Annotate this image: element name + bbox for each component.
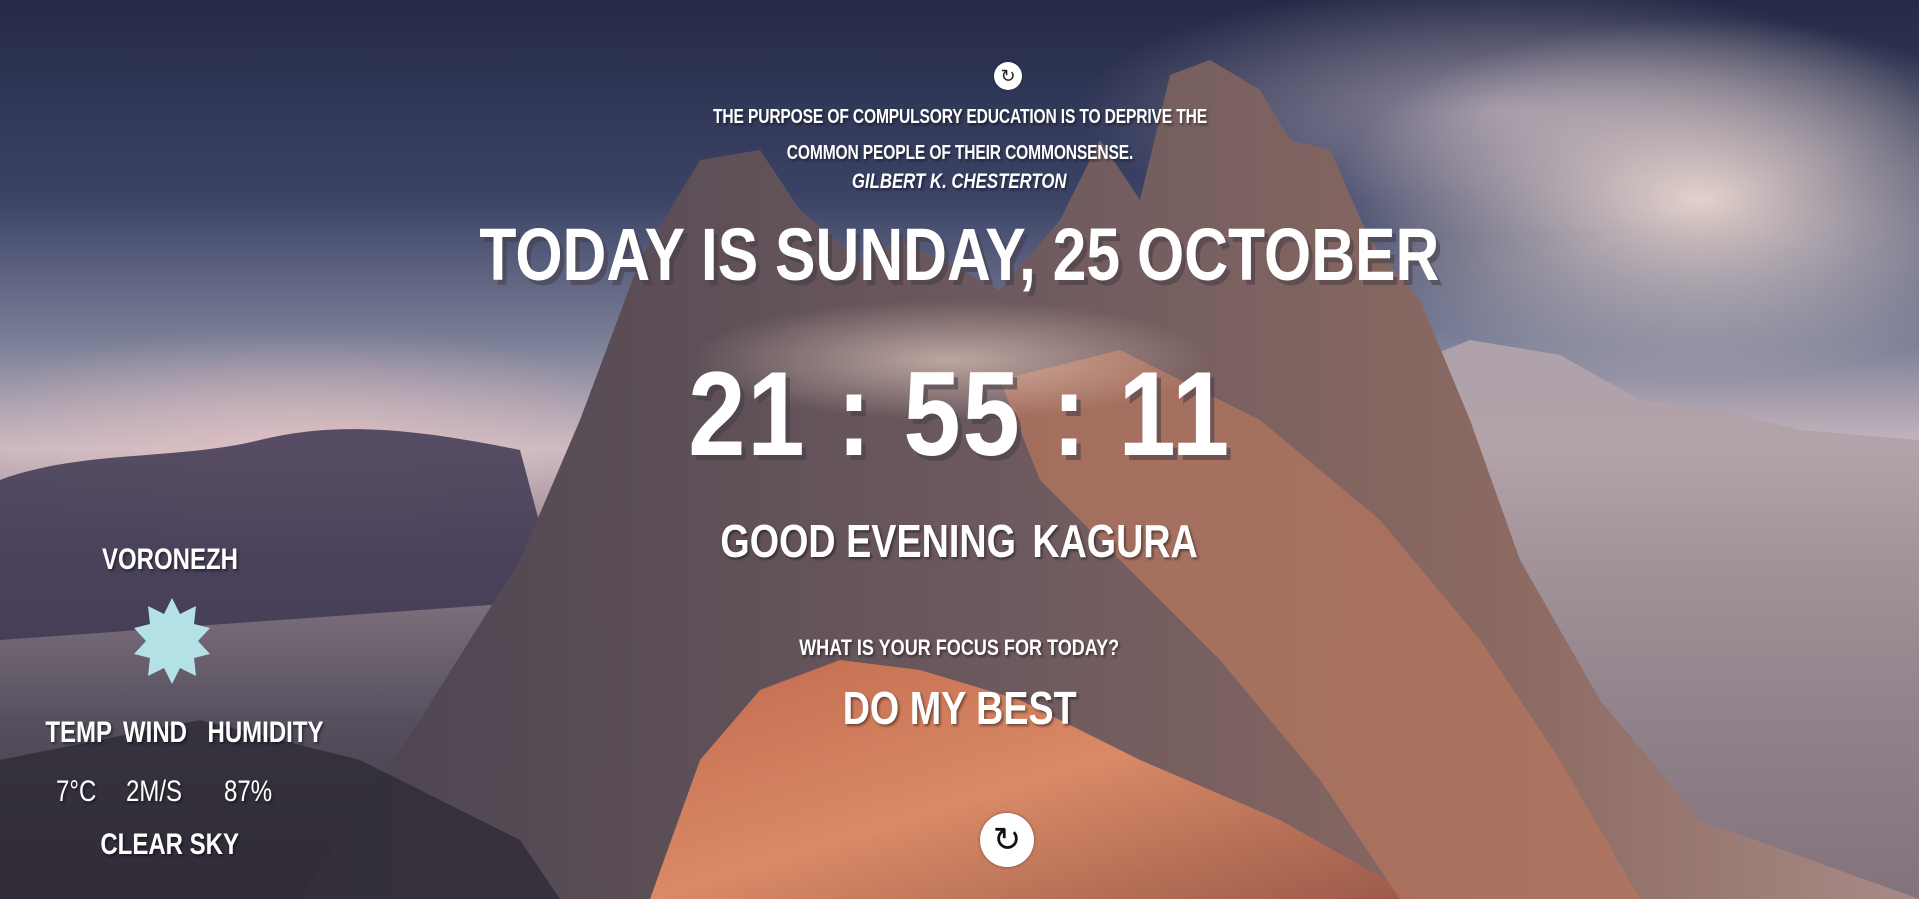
clock-hours: 21: [688, 347, 807, 481]
clock-separator: :: [836, 347, 873, 481]
temp-label: Temp: [45, 716, 113, 749]
humidity-value: 87%: [223, 775, 273, 808]
weather-city[interactable]: Voronezh: [30, 540, 310, 580]
focus-question: What is your focus for today?: [0, 634, 1919, 662]
focus-answer-text[interactable]: Do my best: [842, 681, 1076, 735]
date-heading: Today is Sunday, 25 October: [0, 212, 1919, 298]
wind-value: 2m/s: [125, 775, 183, 808]
weather-labels: Temp Wind Humidity: [30, 713, 324, 753]
background-refresh-button[interactable]: ↻: [980, 813, 1034, 867]
date-text: Today is Sunday, 25 October: [479, 213, 1440, 296]
refresh-icon: ↻: [992, 821, 1022, 859]
weather-values: 7°C 2m/s 87%: [30, 772, 310, 812]
focus-question-text: What is your focus for today?: [799, 635, 1120, 660]
clock: 21 : 55 : 11: [0, 344, 1919, 484]
clock-seconds: 11: [1118, 347, 1231, 481]
quote-author-content: Gilbert K. Chesterton: [852, 170, 1067, 193]
refresh-icon: ↻: [1000, 66, 1016, 86]
wind-label: Wind: [122, 716, 187, 749]
clear-sky-sun-icon: [132, 596, 212, 686]
quote-author: Gilbert K. Chesterton: [0, 170, 1919, 194]
weather-city-text[interactable]: Voronezh: [102, 540, 238, 580]
humidity-label: Humidity: [207, 716, 324, 749]
quote-text: The purpose of compulsory education is t…: [0, 99, 1919, 171]
greeting-salutation: Good evening: [720, 515, 1017, 567]
clock-separator: :: [1051, 347, 1088, 481]
quote-refresh-button[interactable]: ↻: [994, 62, 1022, 90]
quote-text-content: The purpose of compulsory education is t…: [712, 106, 1207, 164]
clock-minutes: 55: [903, 347, 1022, 481]
weather-description: clear sky: [30, 825, 310, 865]
greeting-name-input[interactable]: Kagura: [1033, 515, 1199, 567]
weather-description-text: clear sky: [100, 828, 240, 861]
temp-value: 7°C: [55, 775, 97, 808]
